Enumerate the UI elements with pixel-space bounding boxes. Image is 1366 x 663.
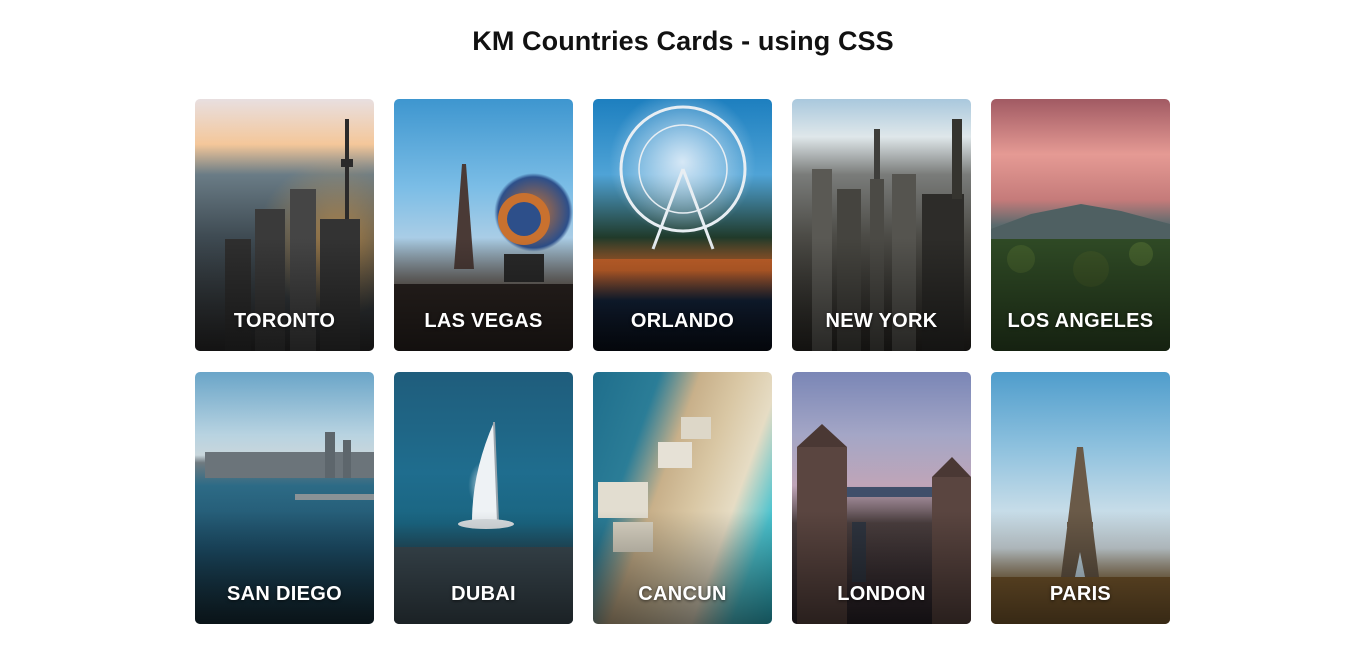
card-label: LOS ANGELES xyxy=(1007,310,1154,332)
card-label: TORONTO xyxy=(233,310,336,332)
card-shade xyxy=(394,510,573,624)
card-shade xyxy=(991,510,1170,624)
card-dubai[interactable]: DUBAI xyxy=(394,372,573,624)
cards-grid: TORONTO LAS VEGAS ORLANDO NEW YORK LOS A… xyxy=(195,99,1170,624)
card-shade xyxy=(792,237,971,351)
card-london[interactable]: LONDON xyxy=(792,372,971,624)
card-san-diego[interactable]: SAN DIEGO xyxy=(195,372,374,624)
card-label: CANCUN xyxy=(638,583,727,605)
card-shade xyxy=(195,510,374,624)
card-label: PARIS xyxy=(1049,583,1112,605)
card-label: ORLANDO xyxy=(630,310,735,332)
card-shade xyxy=(792,510,971,624)
card-las-vegas[interactable]: LAS VEGAS xyxy=(394,99,573,351)
card-los-angeles[interactable]: LOS ANGELES xyxy=(991,99,1170,351)
card-label: SAN DIEGO xyxy=(227,583,342,605)
card-shade xyxy=(991,237,1170,351)
card-label: LAS VEGAS xyxy=(424,310,543,332)
card-shade xyxy=(593,237,772,351)
card-label: DUBAI xyxy=(451,583,516,605)
card-cancun[interactable]: CANCUN xyxy=(593,372,772,624)
page-title: KM Countries Cards - using CSS xyxy=(472,26,894,56)
card-toronto[interactable]: TORONTO xyxy=(195,99,374,351)
card-new-york[interactable]: NEW YORK xyxy=(792,99,971,351)
card-label: LONDON xyxy=(837,583,926,605)
card-label: NEW YORK xyxy=(825,310,938,332)
card-paris[interactable]: PARIS xyxy=(991,372,1170,624)
card-orlando[interactable]: ORLANDO xyxy=(593,99,772,351)
card-shade xyxy=(394,237,573,351)
card-shade xyxy=(195,237,374,351)
card-shade xyxy=(593,510,772,624)
